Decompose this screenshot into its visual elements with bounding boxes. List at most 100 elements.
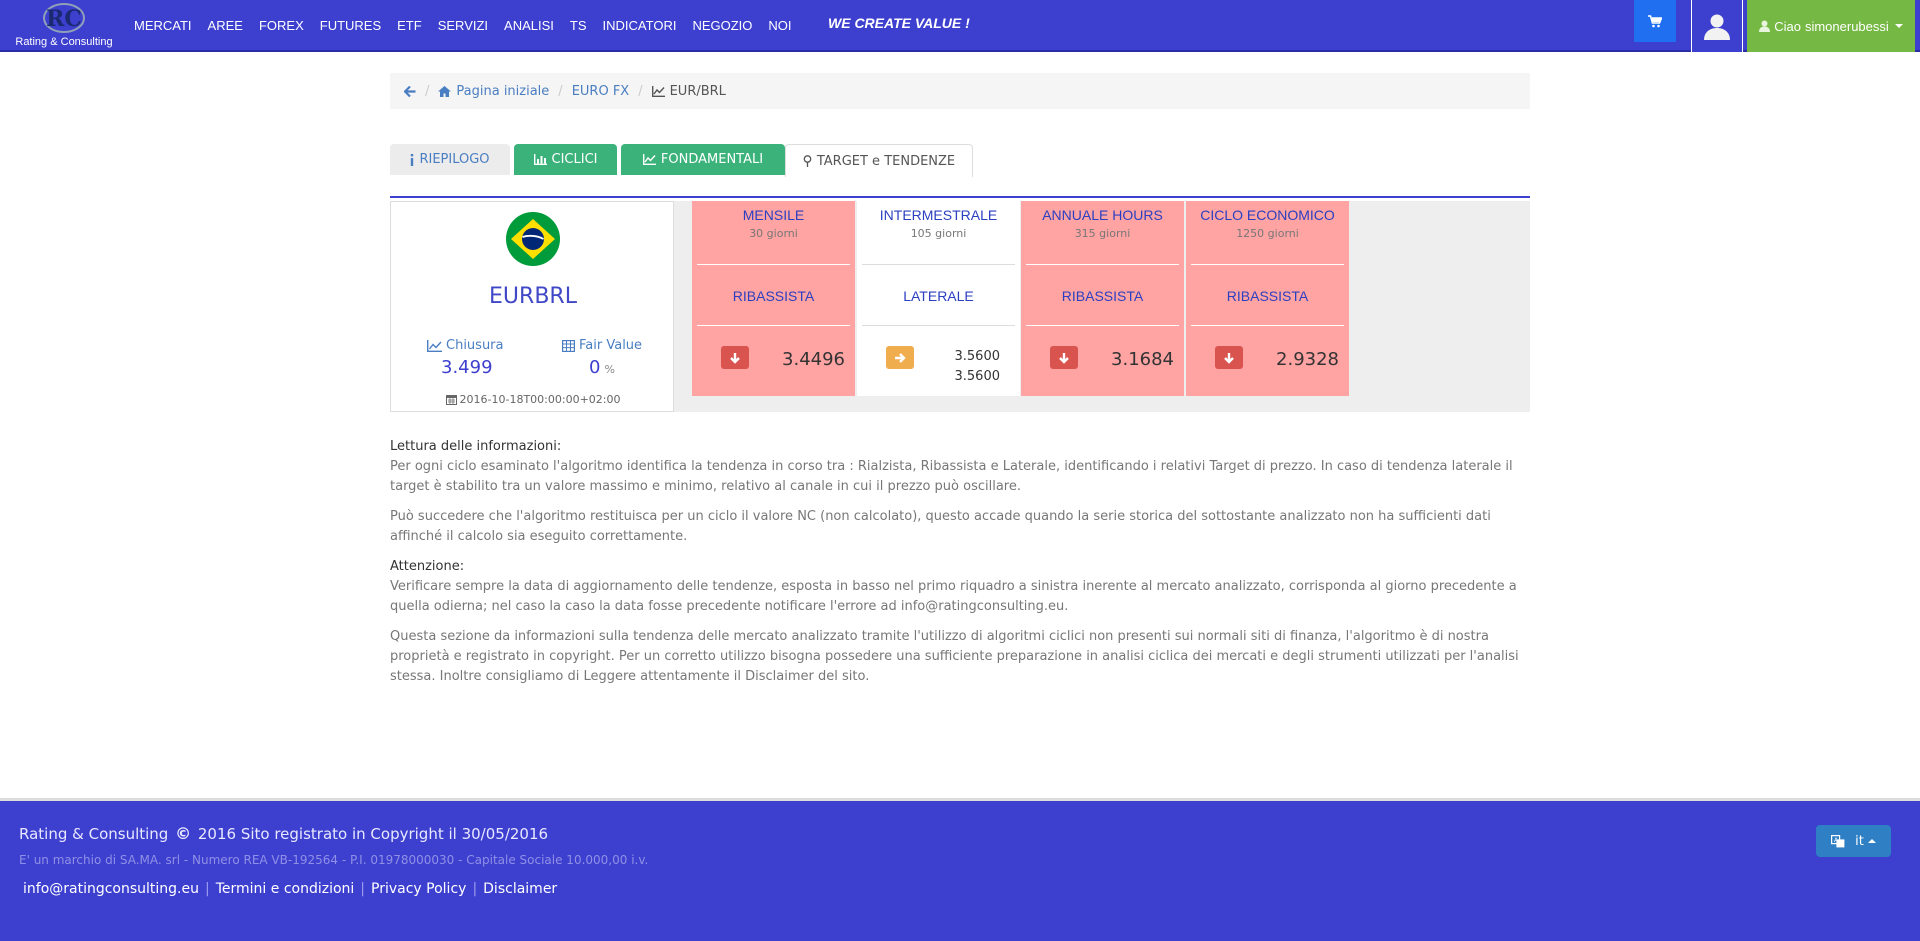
nav-item-servizi[interactable]: SERVIZI [430,18,496,33]
brand-text: Rating & Consulting [15,36,113,48]
cycle-ciclo-economico: CICLO ECONOMICO 1250 giorni RIBASSISTA 2… [1186,201,1349,396]
cycle-name: MENSILE [742,207,805,223]
line-chart-icon [651,85,665,97]
breadcrumb-current-label: EUR/BRL [669,83,726,99]
slogan: WE CREATE VALUE ! [828,15,970,31]
attenzione-heading: Attenzione: [390,559,465,574]
cycle-trend: RIBASSISTA [732,288,815,304]
fair-value-label-text: Fair Value [579,338,643,353]
cycle-target: 3.1684 [1111,349,1174,370]
close-label: Chiusura [427,338,504,353]
footer-copyright: Rating & Consulting © 2016 Sito registra… [19,824,548,843]
user-menu-button[interactable]: Ciao simonerubessi [1747,0,1915,52]
arrow-down-icon [730,352,740,364]
tab-fondamentali[interactable]: FONDAMENTALI [621,144,785,175]
back-arrow-icon[interactable] [404,85,416,97]
cycle-days: 1250 giorni [1236,227,1299,240]
fair-value-label: Fair Value [562,338,642,353]
language-selector[interactable]: A it [1816,825,1891,857]
nav-item-etf[interactable]: ETF [389,18,430,33]
close-value: 3.499 [441,357,493,378]
cycle-intermestrale: INTERMESTRALE 105 giorni LATERALE 3.5600… [857,201,1020,396]
cycle-days: 315 giorni [1074,227,1131,240]
arrow-down-icon [1224,352,1234,364]
nav-item-forex[interactable]: FOREX [251,18,312,33]
svg-text:RC: RC [46,6,82,32]
table-icon [562,339,575,352]
line-chart-icon [427,339,442,352]
footer-link-disclaimer[interactable]: Disclaimer [483,881,557,897]
breadcrumb: / Pagina iniziale / EURO FX / EUR/BRL [390,73,1530,109]
tab-target-label: TARGET e TENDENZE [816,153,956,169]
divider [1026,325,1179,326]
nav-item-noi[interactable]: NOI [760,18,799,33]
nav-item-analisi[interactable]: ANALISI [496,18,562,33]
trend-sideways-button[interactable] [886,346,914,369]
footer-link-terms[interactable]: Termini e condizioni [216,881,355,897]
cycle-target-low: 3.5600 [954,369,1001,384]
avatar-button[interactable] [1691,0,1743,52]
market-info-card: EURBRL Chiusura 3.499 Fair Value 0% 2016… [390,201,674,412]
footer-link-privacy[interactable]: Privacy Policy [371,881,466,897]
cart-button[interactable] [1634,0,1676,42]
brazil-flag-icon [506,212,560,266]
cycle-annuale-hours: ANNUALE HOURS 315 giorni RIBASSISTA 3.16… [1021,201,1184,396]
footer-separator: | [205,881,210,897]
tab-riepilogo[interactable]: RIEPILOGO [390,144,510,175]
cycle-trend: LATERALE [903,288,974,304]
breadcrumb-parent-link[interactable]: EURO FX [572,84,630,99]
nav-item-indicatori[interactable]: INDICATORI [595,18,685,33]
breadcrumb-current: EUR/BRL [651,83,726,99]
trend-down-button[interactable] [721,346,749,369]
nav-item-ts[interactable]: TS [562,18,595,33]
fair-value: 0% [589,357,615,378]
nav-item-aree[interactable]: AREE [200,18,251,33]
bar-chart-icon [533,154,547,165]
main-menu: MERCATI AREE FOREX FUTURES ETF SERVIZI A… [126,0,800,50]
calendar-icon [445,395,457,405]
target-summary: EURBRL Chiusura 3.499 Fair Value 0% 2016… [390,201,1530,412]
breadcrumb-home-label: Pagina iniziale [456,83,550,99]
user-icon [1759,20,1771,32]
cycle-trend: RIBASSISTA [1226,288,1309,304]
divider [697,264,850,265]
cycle-trend: RIBASSISTA [1061,288,1144,304]
line-chart-icon [642,154,656,165]
copyright-icon: © [175,824,192,843]
breadcrumb-separator: / [425,83,430,99]
paragraph: Per ogni ciclo esaminato l'algoritmo ide… [390,459,1513,494]
trend-down-button[interactable] [1050,346,1078,369]
divider [1026,264,1179,265]
arrow-right-icon [895,352,906,363]
footer: Rating & Consulting © 2016 Sito registra… [0,798,1920,941]
tab-ciclici[interactable]: CICLICI [514,144,617,175]
trend-down-button[interactable] [1215,346,1243,369]
footer-link-email[interactable]: info@ratingconsulting.eu [23,881,199,897]
footer-separator: | [360,881,366,897]
divider [697,325,850,326]
cycle-days: 30 giorni [749,227,798,240]
cycle-name: INTERMESTRALE [879,207,998,223]
nav-item-mercati[interactable]: MERCATI [126,18,200,33]
fair-value-number: 0 [589,357,601,378]
paragraph: Verificare sempre la data di aggiornamen… [390,579,1517,614]
cycle-name: ANNUALE HOURS [1042,207,1163,223]
tab-ciclici-label: CICLICI [551,152,598,167]
brand-logo[interactable]: RC Rating & Consulting [8,1,120,51]
paragraph: Può succedere che l'algoritmo restituisc… [390,509,1491,544]
tab-bar: RIEPILOGO CICLICI FONDAMENTALI TARGET e … [390,144,1530,198]
nav-item-negozio[interactable]: NEGOZIO [684,18,760,33]
nav-item-futures[interactable]: FUTURES [312,18,389,33]
language-label: it [1855,833,1864,849]
breadcrumb-separator: / [558,83,563,99]
cart-icon [1648,14,1662,27]
user-name: simonerubessi [1804,18,1889,34]
footer-company: Rating & Consulting [19,825,169,843]
cycle-mensile: MENSILE 30 giorni RIBASSISTA 3.4496 [692,201,855,396]
pushpin-icon [803,155,812,167]
lettura-heading: Lettura delle informazioni: [390,439,562,454]
tab-target-tendenze[interactable]: TARGET e TENDENZE [785,144,973,177]
cycle-days: 105 giorni [910,227,967,240]
breadcrumb-home-link[interactable]: Pagina iniziale [438,84,549,99]
rc-logo-icon: RC [43,3,85,33]
